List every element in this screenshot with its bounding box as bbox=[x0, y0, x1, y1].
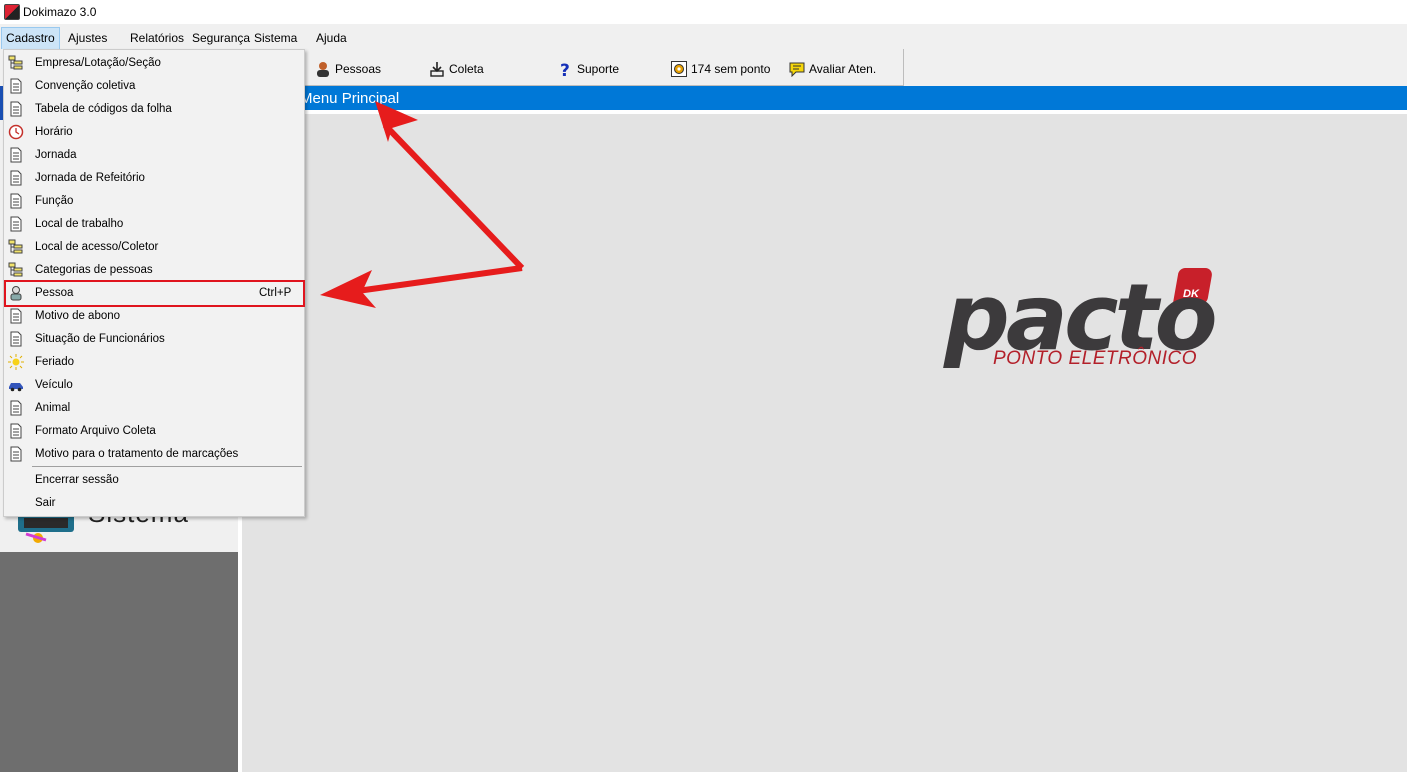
cadastro-dropdown: Empresa/Lotação/Seção Convenção coletiva… bbox=[3, 49, 305, 517]
menu-item-local-acesso[interactable]: Local de acesso/Coletor bbox=[4, 236, 304, 258]
document-icon bbox=[10, 331, 22, 347]
document-icon bbox=[10, 400, 22, 416]
title-bar: Dokimazo 3.0 bbox=[0, 0, 1407, 24]
menu-label: Jornada bbox=[35, 149, 77, 161]
toolbar: Pessoas Coleta ? Suporte 174 sem ponto A… bbox=[302, 49, 904, 86]
chat-bubble-icon bbox=[789, 62, 805, 77]
menu-label: Motivo de abono bbox=[35, 310, 121, 322]
menu-label: Horário bbox=[35, 126, 73, 138]
logo-subtitle: PONTO ELETRÔNICO bbox=[993, 348, 1198, 369]
menu-cadastro[interactable]: Cadastro bbox=[1, 27, 60, 50]
pessoas-button[interactable]: Pessoas bbox=[315, 61, 381, 77]
menu-label: Feriado bbox=[35, 356, 74, 368]
menu-item-situacao[interactable]: Situação de Funcionários bbox=[4, 328, 304, 350]
menu-bar: Cadastro Ajustes Relatórios Segurança Si… bbox=[0, 25, 1407, 50]
menu-item-categorias[interactable]: Categorias de pessoas bbox=[4, 259, 304, 281]
logo-badge-text: DK bbox=[1183, 288, 1199, 300]
avaliar-label: Avaliar Aten. bbox=[809, 62, 877, 76]
document-icon bbox=[10, 216, 22, 232]
car-icon bbox=[9, 383, 23, 392]
menu-item-feriado[interactable]: Feriado bbox=[4, 351, 304, 373]
menu-header-bar bbox=[242, 86, 1407, 110]
coleta-button[interactable]: Coleta bbox=[429, 61, 484, 77]
menu-label: Animal bbox=[35, 402, 71, 414]
highlight-box bbox=[4, 280, 305, 307]
menu-label: Empresa/Lotação/Seção bbox=[35, 57, 161, 69]
menu-item-animal[interactable]: Animal bbox=[4, 397, 304, 419]
menu-label: Formato Arquivo Coleta bbox=[35, 425, 156, 437]
menu-item-encerrar-sessao[interactable]: Encerrar sessão bbox=[4, 469, 304, 491]
menu-item-motivo-abono[interactable]: Motivo de abono bbox=[4, 305, 304, 327]
menu-label: Categorias de pessoas bbox=[35, 264, 153, 276]
menu-header-title: Menu Principal bbox=[300, 90, 400, 107]
menu-label: Convenção coletiva bbox=[35, 80, 136, 92]
suporte-button[interactable]: ? Suporte bbox=[557, 61, 619, 77]
menu-label: Motivo para o tratamento de marcações bbox=[35, 448, 239, 460]
document-icon bbox=[10, 147, 22, 163]
menu-label: Local de trabalho bbox=[35, 218, 124, 230]
menu-label: Veículo bbox=[35, 379, 73, 391]
document-icon bbox=[10, 170, 22, 186]
document-icon bbox=[10, 446, 22, 462]
document-icon bbox=[10, 423, 22, 439]
document-icon bbox=[10, 78, 22, 94]
window-title: Dokimazo 3.0 bbox=[23, 5, 97, 19]
document-icon bbox=[10, 193, 22, 209]
menu-ajuda[interactable]: Ajuda bbox=[316, 31, 347, 45]
menu-relatorios[interactable]: Relatórios bbox=[130, 31, 184, 45]
menu-item-veiculo[interactable]: Veículo bbox=[4, 374, 304, 396]
suporte-label: Suporte bbox=[577, 62, 620, 76]
document-icon bbox=[10, 308, 22, 324]
person-icon bbox=[317, 62, 329, 77]
menu-item-empresa[interactable]: Empresa/Lotação/Seção bbox=[4, 52, 304, 74]
tree-icon bbox=[8, 262, 23, 277]
menu-item-sair[interactable]: Sair bbox=[4, 492, 304, 514]
menu-sistema[interactable]: Sistema bbox=[254, 31, 297, 45]
menu-label: Jornada de Refeitório bbox=[35, 172, 145, 184]
pessoas-label: Pessoas bbox=[335, 62, 382, 76]
menu-item-jornada-refeitorio[interactable]: Jornada de Refeitório bbox=[4, 167, 304, 189]
gear-alert-icon bbox=[671, 61, 687, 77]
menu-separator bbox=[32, 466, 302, 467]
document-icon bbox=[10, 101, 22, 117]
menu-item-jornada[interactable]: Jornada bbox=[4, 144, 304, 166]
menu-label: Tabela de códigos da folha bbox=[35, 103, 172, 115]
clock-icon bbox=[8, 124, 24, 140]
left-panel-footer bbox=[0, 552, 238, 772]
menu-label: Local de acesso/Coletor bbox=[35, 241, 159, 253]
menu-item-funcao[interactable]: Função bbox=[4, 190, 304, 212]
menu-item-formato-arquivo[interactable]: Formato Arquivo Coleta bbox=[4, 420, 304, 442]
download-icon bbox=[430, 62, 444, 77]
menu-item-horario[interactable]: Horário bbox=[4, 121, 304, 143]
menu-label: Situação de Funcionários bbox=[35, 333, 165, 345]
menu-label: Encerrar sessão bbox=[35, 474, 119, 486]
sun-icon bbox=[8, 354, 24, 370]
menu-item-motivo-tratamento[interactable]: Motivo para o tratamento de marcações bbox=[4, 443, 304, 465]
question-icon: ? bbox=[560, 61, 570, 77]
tree-icon bbox=[8, 239, 23, 254]
coleta-label: Coleta bbox=[449, 62, 484, 76]
menu-label: Sair bbox=[35, 497, 56, 509]
menu-seguranca[interactable]: Segurança bbox=[192, 31, 250, 45]
avaliar-button[interactable]: Avaliar Aten. bbox=[789, 61, 876, 77]
menu-ajustes[interactable]: Ajustes bbox=[68, 31, 107, 45]
menu-item-tabela[interactable]: Tabela de códigos da folha bbox=[4, 98, 304, 120]
sem-ponto-label: 174 sem ponto bbox=[691, 62, 771, 76]
menu-item-local-trabalho[interactable]: Local de trabalho bbox=[4, 213, 304, 235]
menu-label: Função bbox=[35, 195, 74, 207]
menu-item-convencao[interactable]: Convenção coletiva bbox=[4, 75, 304, 97]
tree-icon bbox=[8, 55, 23, 70]
main-area bbox=[242, 114, 1407, 772]
app-icon bbox=[4, 4, 20, 20]
sem-ponto-button[interactable]: 174 sem ponto bbox=[671, 61, 770, 77]
svg-text:?: ? bbox=[560, 61, 570, 77]
